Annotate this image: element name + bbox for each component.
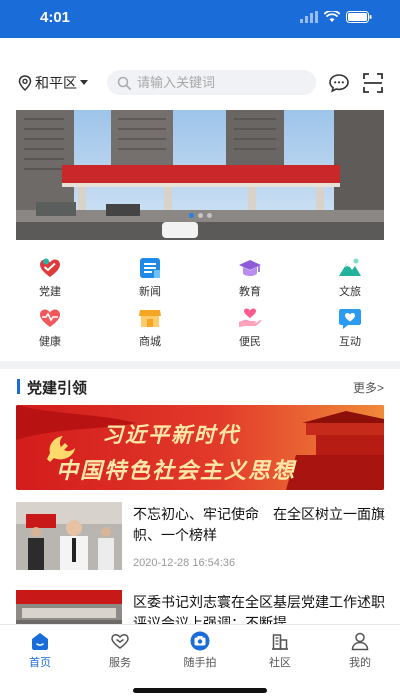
carousel-indicator <box>16 213 384 218</box>
grid-label: 党建 <box>39 286 61 298</box>
service-heart-icon <box>111 634 129 649</box>
search-icon <box>117 76 131 90</box>
grid-item-health[interactable]: 健康 <box>0 302 100 352</box>
carousel-dot[interactable] <box>188 213 194 218</box>
graduation-cap-icon <box>239 260 261 276</box>
grid-label: 新闻 <box>139 286 161 298</box>
home-icon <box>32 633 48 650</box>
tab-label: 随手拍 <box>183 657 217 669</box>
grid-item-culture-travel[interactable]: 文旅 <box>300 252 400 302</box>
tab-home[interactable]: 首页 <box>0 625 80 676</box>
grid-label: 健康 <box>39 336 61 348</box>
grid-label: 文旅 <box>339 286 361 298</box>
section-accent-bar <box>17 379 20 394</box>
bottom-tab-bar: 首页 服务 随手拍 社区 我的 <box>0 624 400 676</box>
search-input[interactable] <box>137 75 297 90</box>
signal-icon <box>300 11 318 23</box>
chat-heart-icon <box>339 309 361 329</box>
section-header: 党建引领 更多> <box>0 376 400 398</box>
banner-carousel[interactable] <box>16 110 384 240</box>
carousel-dot[interactable] <box>206 213 212 218</box>
search-box[interactable] <box>107 70 316 95</box>
wifi-icon <box>324 11 340 22</box>
grid-item-interaction[interactable]: 互动 <box>300 302 400 352</box>
quick-access-grid: 党建 新闻 教育 文旅 健康 商城 便民 互动 <box>0 252 400 352</box>
grid-item-news[interactable]: 新闻 <box>100 252 200 302</box>
header-search-row: 和平区 <box>0 64 400 100</box>
grid-item-mall[interactable]: 商城 <box>100 302 200 352</box>
section-divider <box>0 361 400 369</box>
grid-label: 商城 <box>139 336 161 348</box>
section-title: 党建引领 <box>27 380 88 397</box>
shop-icon <box>139 310 161 327</box>
feature-banner-line2: 中国特色社会主义思想 <box>56 458 297 483</box>
tab-label: 社区 <box>269 657 291 669</box>
location-selector[interactable]: 和平区 <box>18 73 88 93</box>
news-date: 2020-12-28 16:54:36 <box>133 557 236 569</box>
message-icon[interactable] <box>328 72 350 94</box>
tab-service[interactable]: 服务 <box>80 625 160 676</box>
tab-snapshot[interactable]: 随手拍 <box>160 625 240 676</box>
feature-banner[interactable]: 习近平新时代 中国特色社会主义思想 <box>16 405 384 490</box>
tab-label: 首页 <box>29 657 51 669</box>
tab-label: 我的 <box>349 657 371 669</box>
status-icons <box>300 11 372 23</box>
mountain-icon <box>339 258 361 276</box>
community-building-icon <box>272 634 288 650</box>
grid-label: 互动 <box>339 336 361 348</box>
carousel-dot[interactable] <box>197 213 203 218</box>
status-bar: 4:01 <box>0 0 400 38</box>
grid-item-party[interactable]: 党建 <box>0 252 100 302</box>
location-label: 和平区 <box>35 75 77 91</box>
banner-photo <box>16 110 384 240</box>
party-heart-icon <box>40 258 60 277</box>
tab-mine[interactable]: 我的 <box>320 625 400 676</box>
feature-banner-line1: 习近平新时代 <box>102 423 240 447</box>
grid-label: 便民 <box>239 336 261 348</box>
battery-icon <box>346 11 372 23</box>
news-icon <box>140 258 160 278</box>
news-title: 不忘初心、牢记使命 在全区树立一面旗帜、一个榜样 <box>133 506 385 543</box>
caret-down-icon <box>80 80 88 85</box>
helping-hand-icon <box>239 308 262 327</box>
news-thumbnail <box>16 502 122 570</box>
status-time: 4:01 <box>40 9 71 26</box>
tab-label: 服务 <box>109 657 131 669</box>
camera-icon <box>190 631 210 651</box>
tab-community[interactable]: 社区 <box>240 625 320 676</box>
grid-item-convenience[interactable]: 便民 <box>200 302 300 352</box>
heart-pulse-icon <box>40 309 60 327</box>
news-item[interactable]: 不忘初心、牢记使命 在全区树立一面旗帜、一个榜样 2020-12-28 16:5… <box>16 502 385 572</box>
more-link[interactable]: 更多> <box>353 379 384 396</box>
home-indicator <box>133 688 267 693</box>
grid-item-education[interactable]: 教育 <box>200 252 300 302</box>
grid-label: 教育 <box>239 286 261 298</box>
location-pin-icon <box>18 75 32 91</box>
scan-icon[interactable] <box>362 72 384 94</box>
user-icon <box>351 632 369 651</box>
